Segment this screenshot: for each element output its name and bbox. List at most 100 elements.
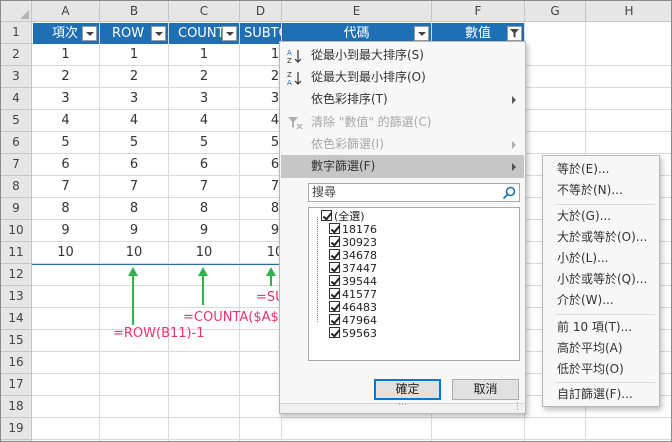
filter-dropdown-a[interactable] [82, 26, 97, 41]
cell-b4[interactable]: 3 [100, 88, 168, 109]
row-header-12[interactable]: 12 [1, 264, 32, 286]
cell-c6[interactable]: 5 [169, 132, 239, 153]
sort-by-color-item[interactable]: 依色彩排序(T) [281, 88, 524, 111]
cell-b9[interactable]: 8 [100, 198, 168, 219]
row-header-2[interactable]: 2 [1, 44, 32, 66]
column-header-e[interactable]: E [282, 1, 432, 22]
value-checkbox-59563[interactable]: 59563 [329, 327, 377, 341]
value-checkbox-46483[interactable]: 46483 [329, 301, 377, 315]
row-header-19[interactable]: 19 [1, 418, 32, 440]
cell-a4[interactable]: 3 [32, 88, 99, 109]
column-header-g[interactable]: G [525, 1, 586, 22]
column-header-d[interactable]: D [240, 1, 282, 22]
cell-b8[interactable]: 7 [100, 176, 168, 197]
cell-b7[interactable]: 6 [100, 154, 168, 175]
column-header-b[interactable]: B [100, 1, 169, 22]
sort-by-color-label: 依色彩排序(T) [311, 92, 388, 106]
cancel-button[interactable]: 取消 [452, 379, 519, 400]
filter-not-equals-item[interactable]: 不等於(N)... [544, 180, 658, 201]
column-header-c[interactable]: C [169, 1, 240, 22]
cell-c3[interactable]: 2 [169, 66, 239, 87]
filter-top-10-item[interactable]: 前 10 項(T)... [544, 317, 658, 338]
cell-c2[interactable]: 1 [169, 44, 239, 65]
cell-b5[interactable]: 4 [100, 110, 168, 131]
value-checkbox-34678[interactable]: 34678 [329, 249, 377, 263]
row-header-17[interactable]: 17 [1, 374, 32, 396]
filter-equals-item[interactable]: 等於(E)... [544, 159, 658, 180]
row-header-10[interactable]: 10 [1, 220, 32, 242]
cell-c8[interactable]: 7 [169, 176, 239, 197]
row-header-15[interactable]: 15 [1, 330, 32, 352]
cell-a6[interactable]: 5 [32, 132, 99, 153]
select-all-checkbox[interactable]: (全選) [321, 210, 365, 224]
column-header-h[interactable]: H [586, 1, 671, 22]
value-checkbox-39544[interactable]: 39544 [329, 275, 377, 289]
cell-c7[interactable]: 6 [169, 154, 239, 175]
clear-filter-item[interactable]: 清除 "數值" 的篩選(C) [281, 111, 524, 134]
ok-button[interactable]: 確定 [374, 379, 441, 400]
tree-line [317, 217, 318, 322]
row-header-5[interactable]: 5 [1, 110, 32, 132]
value-checkbox-30923[interactable]: 30923 [329, 236, 377, 250]
value-checkbox-18176[interactable]: 18176 [329, 223, 377, 237]
value-checkbox-41577[interactable]: 41577 [329, 288, 377, 302]
column-header-a[interactable]: A [32, 1, 100, 22]
cell-c4[interactable]: 3 [169, 88, 239, 109]
cell-b11[interactable]: 10 [100, 242, 168, 263]
value-checkbox-37447[interactable]: 37447 [329, 262, 377, 276]
cell-a2[interactable]: 1 [32, 44, 99, 65]
column-header-f[interactable]: F [432, 1, 525, 22]
row-header-8[interactable]: 8 [1, 176, 32, 198]
cell-a9[interactable]: 8 [32, 198, 99, 219]
cell-c10[interactable]: 9 [169, 220, 239, 241]
filter-dropdown-f[interactable] [507, 26, 522, 41]
row-header-13[interactable]: 13 [1, 286, 32, 308]
number-filters-item[interactable]: 數字篩選(F) [281, 155, 524, 178]
cell-a5[interactable]: 4 [32, 110, 99, 131]
row-header-16[interactable]: 16 [1, 352, 32, 374]
filter-below-average-item[interactable]: 低於平均(O) [544, 359, 658, 380]
filter-search-input[interactable]: 搜尋 [308, 183, 520, 202]
row-header-11[interactable]: 11 [1, 242, 32, 264]
row-header-7[interactable]: 7 [1, 154, 32, 176]
value-checkbox-47964[interactable]: 47964 [329, 314, 377, 328]
cell-c9[interactable]: 8 [169, 198, 239, 219]
row-header-14[interactable]: 14 [1, 308, 32, 330]
filter-less-or-equal-item[interactable]: 小於或等於(Q)... [544, 269, 658, 290]
annotation-arrow-c [202, 273, 204, 305]
cell-a8[interactable]: 7 [32, 176, 99, 197]
cell-a3[interactable]: 2 [32, 66, 99, 87]
sort-descending-item[interactable]: Z A 從最大到最小排序(O) [281, 66, 524, 89]
table-header-b: ROW [100, 23, 168, 44]
cell-b10[interactable]: 9 [100, 220, 168, 241]
resize-grip[interactable] [280, 400, 525, 413]
filter-dropdown-e[interactable] [414, 26, 429, 41]
filter-greater-than-item[interactable]: 大於(G)... [544, 206, 658, 227]
cell-c5[interactable]: 4 [169, 110, 239, 131]
cell-a7[interactable]: 6 [32, 154, 99, 175]
row-header-9[interactable]: 9 [1, 198, 32, 220]
filter-between-item[interactable]: 介於(W)... [544, 290, 658, 311]
select-all-corner[interactable] [1, 1, 32, 22]
row-header-1[interactable]: 1 [1, 22, 32, 44]
cell-b3[interactable]: 2 [100, 66, 168, 87]
cell-c11[interactable]: 10 [169, 242, 239, 263]
cell-a11[interactable]: 10 [32, 242, 99, 263]
filter-greater-or-equal-item[interactable]: 大於或等於(O)... [544, 227, 658, 248]
row-header-4[interactable]: 4 [1, 88, 32, 110]
cell-a10[interactable]: 9 [32, 220, 99, 241]
filter-above-average-item[interactable]: 高於平均(A) [544, 338, 658, 359]
cell-b6[interactable]: 5 [100, 132, 168, 153]
filter-search-placeholder: 搜尋 [312, 185, 337, 199]
cell-b2[interactable]: 1 [100, 44, 168, 65]
filter-less-than-item[interactable]: 小於(L)... [544, 248, 658, 269]
filter-by-color-item[interactable]: 依色彩篩選(I) [281, 133, 524, 156]
sort-ascending-item[interactable]: A Z 從最小到最大排序(S) [281, 44, 524, 67]
row-header-6[interactable]: 6 [1, 132, 32, 154]
filter-dropdown-c[interactable] [222, 26, 237, 41]
value-label: 41577 [342, 288, 377, 301]
row-header-18[interactable]: 18 [1, 396, 32, 418]
filter-dropdown-b[interactable] [151, 26, 166, 41]
custom-filter-item[interactable]: 自訂篩選(F)... [544, 384, 658, 405]
row-header-3[interactable]: 3 [1, 66, 32, 88]
